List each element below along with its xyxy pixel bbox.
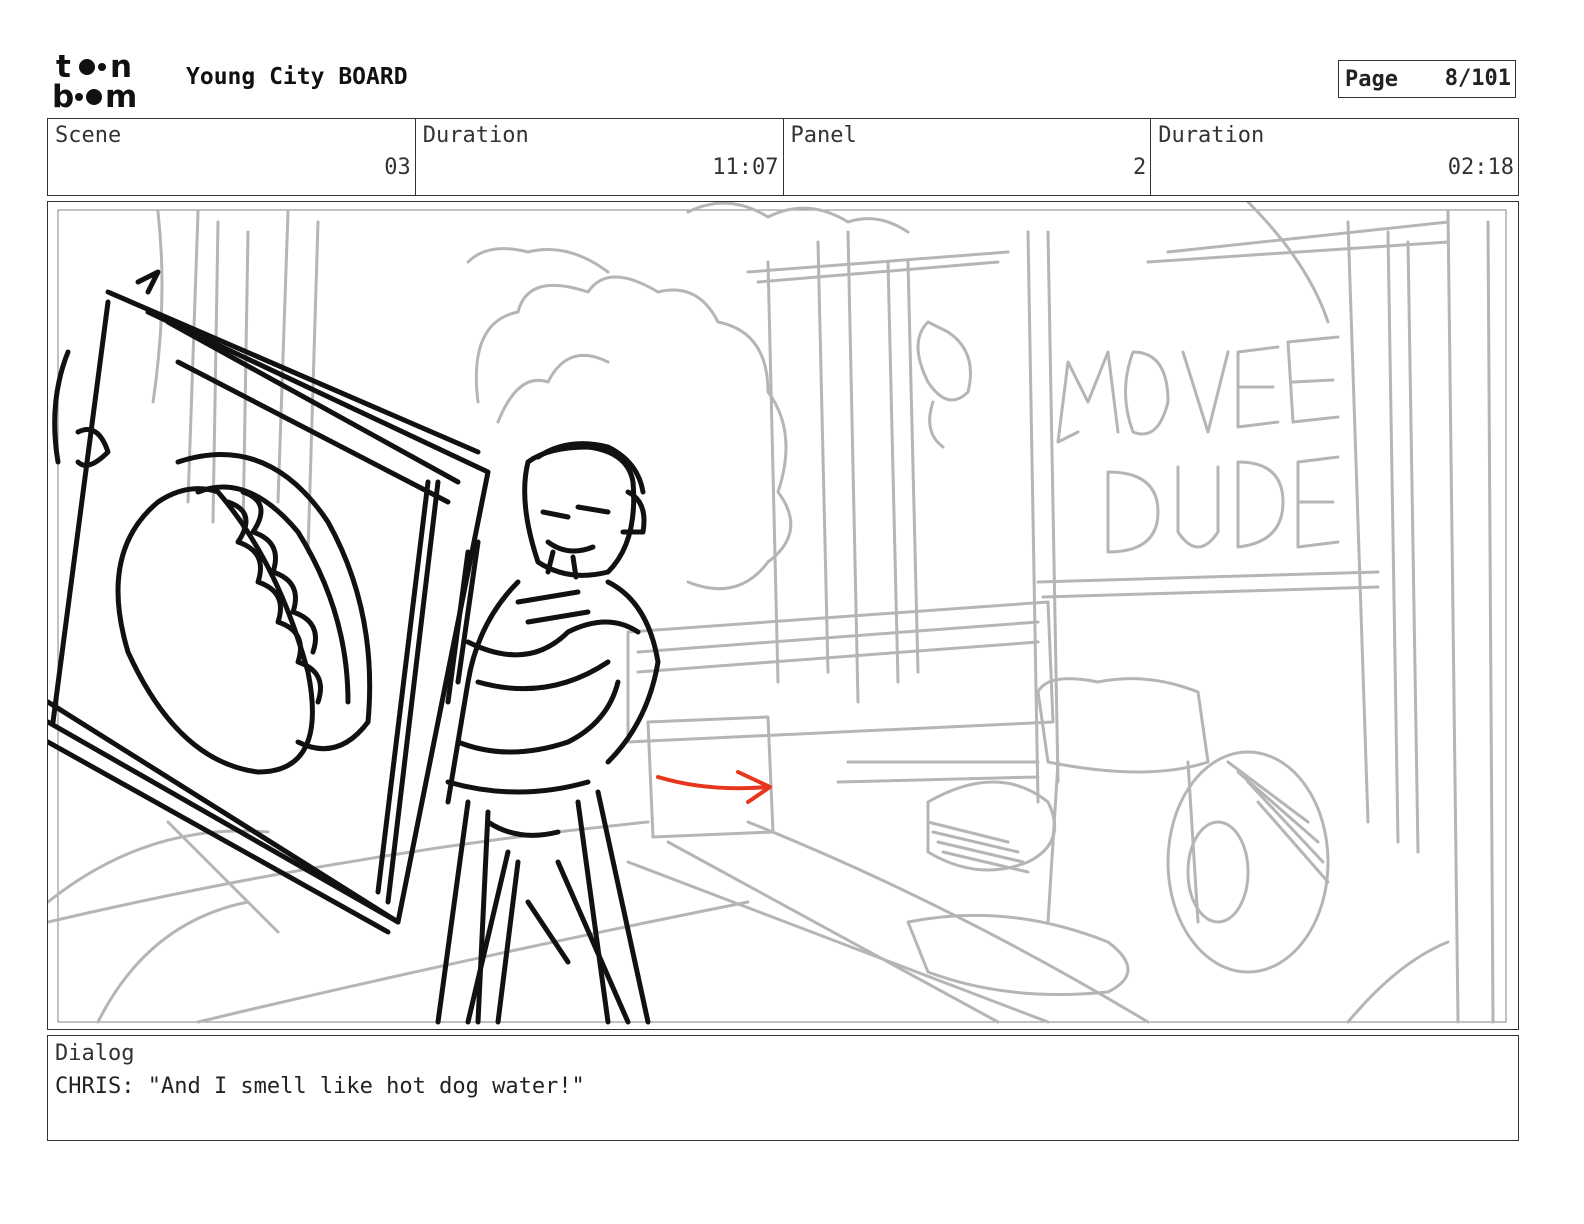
scene-value: 03: [384, 155, 411, 180]
dialog-text: CHRIS: "And I smell like hot dog water!": [55, 1074, 585, 1099]
panel-duration-cell: Duration 02:18: [1151, 119, 1518, 195]
panel-cell: Panel 2: [784, 119, 1152, 195]
storyboard-panel: [47, 201, 1519, 1030]
panel-label: Panel: [790, 123, 857, 148]
background-rough-sketch: [48, 202, 1495, 1024]
scene-duration-label: Duration: [422, 123, 529, 148]
dialog-box: Dialog CHRIS: "And I smell like hot dog …: [47, 1035, 1519, 1141]
panel-value: 2: [1133, 155, 1147, 180]
logo-icon: t n b m: [52, 49, 137, 115]
dialog-label: Dialog: [55, 1041, 135, 1066]
scene-cell: Scene 03: [48, 119, 416, 195]
scene-info-row: Scene 03 Duration 11:07 Panel 2 Duration…: [47, 118, 1519, 196]
panel-duration-label: Duration: [1158, 123, 1265, 148]
svg-text:b: b: [52, 79, 74, 110]
inner-frame: [57, 209, 1507, 1023]
panel-duration-value: 02:18: [1447, 155, 1514, 180]
project-title: Young City BOARD: [186, 64, 408, 90]
panel-sketch: [48, 202, 1507, 1025]
motion-arrow-icon: [656, 770, 772, 804]
page-value: 8/101: [1444, 66, 1511, 91]
scene-label: Scene: [55, 123, 122, 148]
character-ink-sketch: [48, 269, 661, 1025]
scene-duration-value: 11:07: [712, 155, 779, 180]
page-label: Page: [1345, 67, 1398, 92]
scene-duration-cell: Duration 11:07: [416, 119, 784, 195]
page-indicator: Page 8/101: [1338, 60, 1516, 98]
svg-text:m: m: [105, 79, 137, 110]
toon-boom-logo: t n b m: [52, 49, 164, 115]
